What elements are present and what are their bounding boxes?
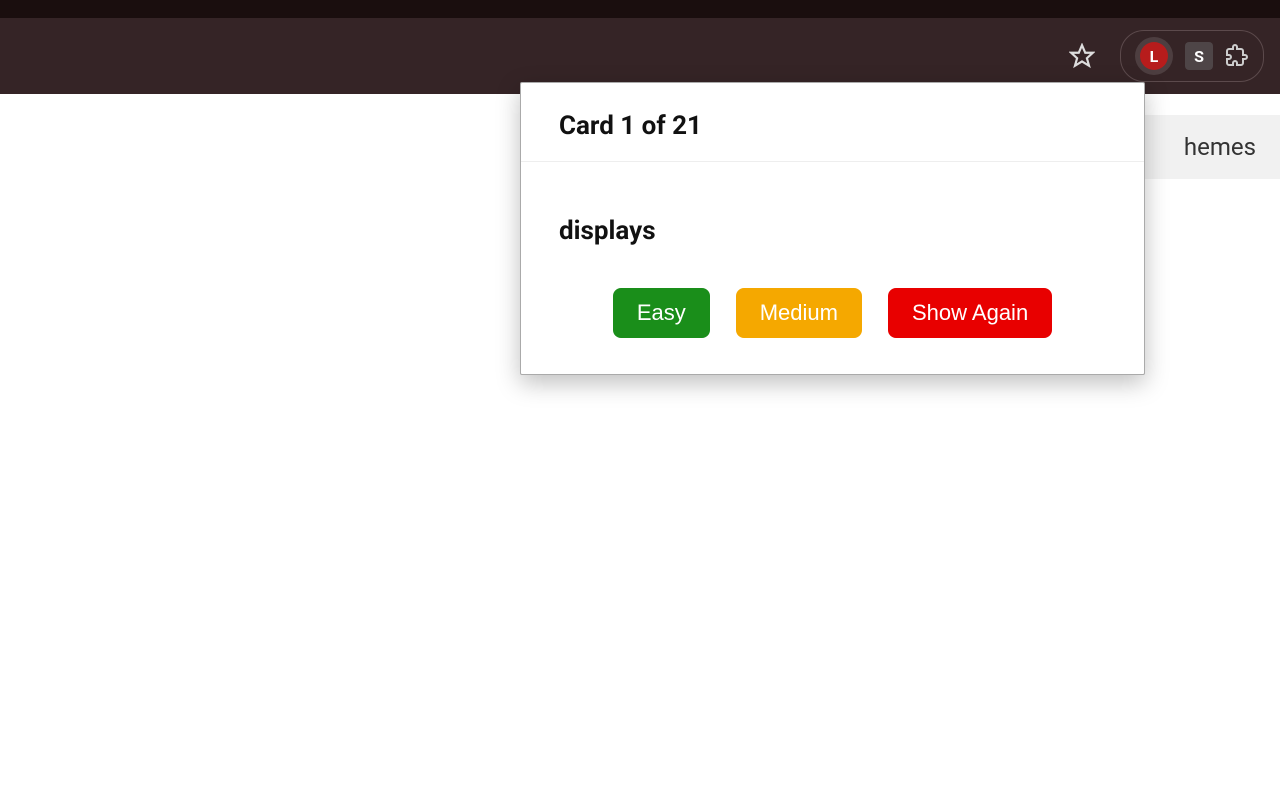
extension-l-icon: L [1140,42,1168,70]
themes-tab-label: hemes [1184,133,1256,161]
extension-l-active[interactable]: L [1135,37,1173,75]
toolbar-right-group: L S [1068,30,1264,82]
flashcard-popup: Card 1 of 21 displays Easy Medium Show A… [520,82,1145,375]
extensions-menu-icon[interactable] [1225,44,1249,68]
show-again-button[interactable]: Show Again [888,288,1052,338]
difficulty-button-row: Easy Medium Show Again [559,288,1106,338]
extension-s-label: S [1194,47,1204,66]
browser-tabstrip [0,0,1280,18]
popup-header: Card 1 of 21 [521,83,1144,162]
bookmark-star-icon[interactable] [1068,42,1096,70]
themes-tab-partial[interactable]: hemes [1144,115,1280,179]
popup-body: displays Easy Medium Show Again [521,162,1144,374]
card-term: displays [559,216,1106,246]
card-counter: Card 1 of 21 [559,111,1106,141]
easy-button[interactable]: Easy [613,288,710,338]
medium-button[interactable]: Medium [736,288,862,338]
extension-s-icon[interactable]: S [1185,42,1213,70]
extensions-group: L S [1120,30,1264,82]
extension-l-label: L [1150,47,1159,66]
